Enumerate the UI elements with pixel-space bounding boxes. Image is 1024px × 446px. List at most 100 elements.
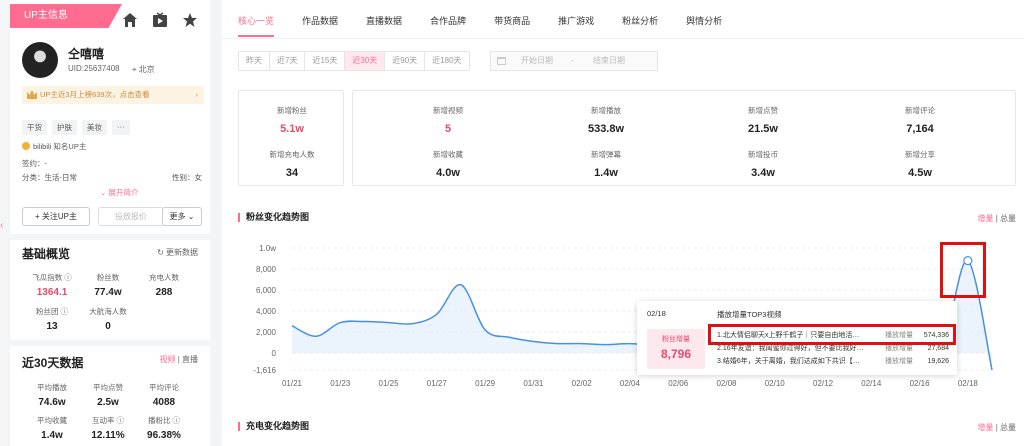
toggle-increment[interactable]: 增量 (977, 214, 993, 223)
video-title: 3.结婚6年，关于离婚，我们达成如下共识【… (717, 358, 860, 365)
stat-value: 96.38% (147, 430, 181, 441)
tooltip-video-row[interactable]: 3.结婚6年，关于离婚，我们达成如下共识【… 播放增量 19,626 (717, 356, 949, 368)
metric-value: 5 (444, 123, 452, 135)
stat-value: 1364.1 (36, 287, 68, 298)
x-tick-label: 01/31 (523, 379, 544, 388)
info-icon[interactable]: ⓘ (61, 307, 69, 316)
metric-value: 21.5w (748, 123, 778, 135)
tag-item[interactable]: 美妆 (82, 120, 107, 135)
stat-value: 2.5w (97, 397, 119, 408)
tooltip-box-label: 粉丝增量 (662, 336, 690, 343)
main-panel: 核心一览 作品数据 直播数据 合作品牌 带货商品 推广游戏 粉丝分析 舆情分析 … (222, 0, 1024, 446)
metric-card-content: 新增视频 5 新增播放 533.8w 新增点赞 21.5w 新增评论 7,164 新增收… (352, 90, 1016, 186)
tab-core[interactable]: 核心一览 (238, 14, 275, 37)
stat-label-text: 粉丝团 (35, 307, 59, 316)
y-tick-label: 0 (272, 349, 277, 358)
tab-goods[interactable]: 带货商品 (494, 14, 530, 37)
period-30d[interactable]: 近30天 (345, 52, 386, 70)
basic-overview-title: 基础概览 (22, 247, 71, 261)
stat-label-text: 互动率 (91, 416, 115, 425)
metric-new-charge: 新增充电人数 34 (252, 149, 332, 179)
expand-text: 展开简介 (108, 188, 139, 197)
switch-video[interactable]: 视频 (159, 355, 175, 364)
charge-trend-toggle: 增量 | 总量 (977, 423, 1016, 432)
y-tick-label: 1.0w (259, 244, 276, 253)
crown-icon (27, 90, 37, 99)
stat-avg-like: 平均点赞 2.5w (78, 382, 138, 408)
calendar-icon (497, 57, 506, 65)
toggle-total[interactable]: 总量 (1000, 423, 1016, 432)
date-range-picker[interactable]: 开始日期 - 结束日期 (490, 51, 658, 71)
tab-opinion[interactable]: 舆情分析 (686, 14, 722, 37)
y-tick-label: 2,000 (256, 328, 277, 337)
stat-play-fan-ratio: 播粉比 ⓘ 96.38% (134, 415, 194, 441)
period-180d[interactable]: 近180天 (425, 52, 468, 70)
stat-avg-fav: 平均收藏 1.4w (22, 415, 82, 441)
refresh-label: 更新数据 (166, 248, 198, 257)
up-info-badge: UP主信息 (10, 4, 122, 28)
period-90d[interactable]: 近90天 (385, 52, 426, 70)
stat-value: 1.4w (41, 430, 63, 441)
toggle-total[interactable]: 总量 (1000, 214, 1016, 223)
date-start[interactable]: 开始日期 (521, 52, 553, 70)
stat-voyage: 大航海人数 0 (78, 306, 138, 332)
metric-new-favs: 新增收藏 4.0w (408, 149, 488, 179)
refresh-button[interactable]: ↻ 更新数据 (157, 247, 198, 258)
x-tick-label: 02/12 (813, 379, 834, 388)
tab-works[interactable]: 作品数据 (302, 14, 338, 37)
info-icon[interactable]: ⓘ (173, 416, 181, 425)
metric-new-shares: 新增分享 4.5w (880, 149, 960, 179)
stat-value: 74.6w (38, 397, 66, 408)
stat-value: 12.11% (91, 430, 125, 441)
video-icon[interactable] (152, 12, 168, 28)
x-tick-label: 02/14 (861, 379, 882, 388)
tag-item[interactable]: 干货 (22, 120, 47, 135)
toggle-increment[interactable]: 增量 (977, 423, 993, 432)
tab-fans[interactable]: 粉丝分析 (622, 14, 658, 37)
x-tick-label: 02/08 (716, 379, 737, 388)
stat-fan-group: 粉丝团 ⓘ 13 (22, 306, 82, 332)
highlight-box-peak (940, 242, 986, 298)
tab-brands[interactable]: 合作品牌 (430, 14, 466, 37)
video-live-switch: 视频 | 直播 (159, 355, 198, 364)
more-button[interactable]: 更多 ⌄ (162, 207, 202, 226)
stat-value: 77.4w (94, 287, 122, 298)
sign-info: 签约：- (22, 158, 47, 169)
collapse-arrow-icon[interactable]: ‹ (0, 220, 8, 260)
star-icon[interactable] (182, 12, 198, 28)
date-end[interactable]: 结束日期 (593, 52, 625, 70)
metric-value: 5.1w (280, 123, 304, 135)
stat-label: 充电人数 (149, 273, 179, 282)
follow-up-button[interactable]: + 关注UP主 (22, 207, 90, 226)
metric-new-danmaku: 新增弹幕 1.4w (566, 149, 646, 179)
tab-games[interactable]: 推广游戏 (558, 14, 594, 37)
period-yesterday[interactable]: 昨天 (239, 52, 270, 70)
rank-text: UP主近3月上榜639次，点击查看 (40, 90, 150, 99)
avatar (22, 42, 58, 78)
metric-label: 新增弹幕 (591, 150, 621, 159)
tab-live[interactable]: 直播数据 (366, 14, 402, 37)
stat-label: 飞瓜指数 ⓘ (22, 272, 82, 283)
expand-intro-link[interactable]: ⌄ 展开简介 (100, 187, 138, 198)
tag-more[interactable]: ··· (112, 120, 130, 135)
info-icon[interactable]: ⓘ (64, 273, 72, 282)
metric-label: 新增投币 (748, 150, 778, 159)
metric-card-fans: 新增粉丝 5.1w 新增充电人数 34 (238, 90, 344, 186)
period-15d[interactable]: 近15天 (305, 52, 346, 70)
switch-live[interactable]: 直播 (182, 355, 198, 364)
period-7d[interactable]: 近7天 (270, 52, 306, 70)
location-icon: ⌖ (132, 65, 137, 74)
home-icon[interactable] (122, 12, 138, 28)
report-price-button[interactable]: 投放报价 (98, 207, 164, 226)
stat-avg-play: 平均播放 74.6w (22, 382, 82, 408)
tooltip-header: 播放增量TOP3视频 (717, 310, 782, 319)
sign-label: 签约： (22, 159, 45, 168)
top-icons (122, 12, 198, 28)
x-tick-label: 02/02 (572, 379, 593, 388)
stat-value: 4088 (152, 397, 176, 408)
rank-banner[interactable]: UP主近3月上榜639次，点击查看 › (22, 86, 204, 104)
tag-item[interactable]: 护肤 (52, 120, 77, 135)
info-icon[interactable]: ⓘ (117, 416, 125, 425)
chevron-right-icon: › (195, 90, 199, 99)
category-value: 生活-日常 (44, 173, 78, 182)
